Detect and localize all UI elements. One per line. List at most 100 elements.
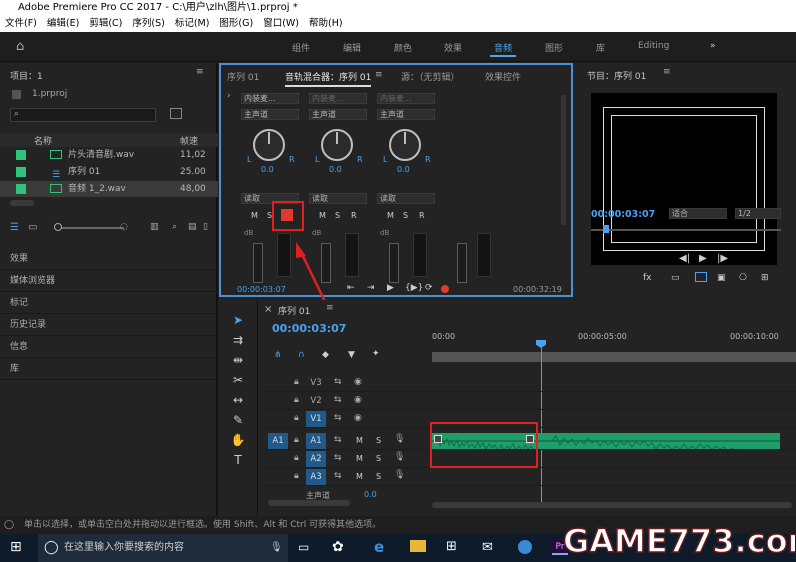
lock-icon[interactable]: 🔒︎ <box>294 413 299 423</box>
menu-clip[interactable]: 剪辑(C) <box>84 16 127 32</box>
sync-lock-icon[interactable]: ⇆ <box>334 377 342 387</box>
channel-3-volume-fader[interactable] <box>389 243 399 283</box>
icon-view-icon[interactable]: ▭ <box>28 222 37 233</box>
loop-icon[interactable]: ⟳ <box>425 283 433 293</box>
menu-graphics[interactable]: 图形(G) <box>214 16 258 32</box>
channel-2-solo-button[interactable]: S <box>335 211 340 220</box>
program-scrubber[interactable] <box>591 229 781 231</box>
edge-browser-icon[interactable]: e <box>374 538 384 556</box>
channel-1-mute-button[interactable]: M <box>251 211 258 220</box>
project-item[interactable]: 片头清音剧.wav 11,02 <box>0 147 218 163</box>
project-title[interactable]: 项目：1 <box>10 69 43 82</box>
track-scrollbar[interactable] <box>268 500 350 506</box>
column-frame-rate[interactable]: 帧速 <box>180 134 198 147</box>
resolution-select[interactable]: 1/2 <box>735 208 781 219</box>
sort-icon[interactable]: ◌ <box>120 222 128 232</box>
timeline-tab[interactable]: 序列 01 <box>278 304 310 317</box>
channel-3-record-button[interactable]: R <box>419 211 425 220</box>
automate-icon[interactable]: ▥ <box>150 222 159 232</box>
panel-menu-icon[interactable]: ≡ <box>326 303 334 313</box>
channel-1-volume-fader[interactable] <box>253 243 263 283</box>
menu-window[interactable]: 窗口(W) <box>258 16 304 32</box>
mixer-current-time[interactable]: 00:00:03:07 <box>237 285 286 294</box>
solo-track-button[interactable]: S <box>376 454 381 463</box>
lock-icon[interactable]: 🔒︎ <box>294 453 299 463</box>
channel-3-automation-select[interactable]: 读取 <box>377 193 435 204</box>
workspace-editing[interactable]: 编辑 <box>343 41 361 54</box>
channel-2-pan-knob[interactable] <box>321 129 353 161</box>
sync-lock-icon[interactable]: ⇆ <box>334 395 342 405</box>
menu-help[interactable]: 帮助(H) <box>304 16 348 32</box>
new-item-icon[interactable]: ▤ <box>188 222 197 232</box>
tab-source[interactable]: 源：（无剪辑） <box>401 70 460 83</box>
snap-icon[interactable]: ⋔ <box>274 350 282 360</box>
windows-start-icon[interactable]: ⊞ <box>10 539 22 555</box>
button-editor-icon[interactable]: ⎔ <box>739 273 747 283</box>
channel-1-input-select[interactable]: 内装麦... <box>241 93 299 104</box>
channel-3-output-select[interactable]: 主声道 <box>377 109 435 120</box>
menu-file[interactable]: 文件(F) <box>0 16 42 32</box>
linked-selection-icon[interactable]: ∩ <box>298 350 305 360</box>
mixer-scrollbar[interactable] <box>561 95 566 225</box>
comment-icon[interactable]: ▭ <box>671 273 680 283</box>
panel-media-browser[interactable]: 媒体浏览器 <box>0 270 218 292</box>
tab-effect-controls[interactable]: 效果控件 <box>485 70 521 83</box>
workspace-graphics[interactable]: 图形 <box>545 41 563 54</box>
panel-menu-icon[interactable]: ≡ <box>196 67 204 77</box>
mail-icon[interactable]: ✉ <box>482 540 493 555</box>
mute-track-button[interactable]: M <box>356 472 363 481</box>
browser-app-icon[interactable] <box>518 540 532 554</box>
mute-track-button[interactable]: M <box>356 436 363 445</box>
tab-sequence[interactable]: 序列 01 <box>227 70 259 83</box>
zoom-level-select[interactable]: 适合 <box>669 208 727 219</box>
pen-tool-icon[interactable]: ✎ <box>230 412 246 428</box>
panel-menu-icon[interactable]: ≡ <box>663 67 671 77</box>
zoom-slider-handle[interactable] <box>54 223 62 231</box>
workspace-editing-en[interactable]: Editing <box>638 41 669 51</box>
export-frame-icon[interactable]: ▣ <box>717 273 726 283</box>
slip-tool-icon[interactable]: ↔ <box>230 392 246 408</box>
more-workspaces-icon[interactable]: » <box>710 41 716 51</box>
panel-history[interactable]: 历史记录 <box>0 314 218 336</box>
solo-track-button[interactable]: S <box>376 436 381 445</box>
expand-effects-icon[interactable]: › <box>227 91 231 101</box>
store-icon[interactable]: ⊞ <box>446 539 457 554</box>
channel-2-output-select[interactable]: 主声道 <box>309 109 367 120</box>
workspace-color[interactable]: 颜色 <box>394 41 412 54</box>
track-name[interactable]: V3 <box>306 375 326 391</box>
lock-icon[interactable]: 🔒︎ <box>294 471 299 481</box>
menu-marker[interactable]: 标记(M) <box>170 16 215 32</box>
file-explorer-icon[interactable] <box>410 540 426 552</box>
eye-icon[interactable]: ◉ <box>354 395 362 405</box>
project-item-selected[interactable]: 音频 1_2.wav 48,00 <box>0 181 218 197</box>
fx-icon[interactable]: fx <box>643 273 652 283</box>
step-back-icon[interactable]: ◀| <box>679 253 690 264</box>
horizontal-scrollbar[interactable] <box>10 200 34 206</box>
list-view-icon[interactable]: ☰ <box>10 222 19 233</box>
program-video-display[interactable] <box>591 93 777 265</box>
timeline-scrollbar[interactable] <box>432 502 792 508</box>
razor-tool-icon[interactable]: ✂ <box>230 372 246 388</box>
taskbar-search-box[interactable]: ◯ 在这里输入你要搜索的内容 🎙︎ <box>38 534 288 562</box>
tab-audio-track-mixer[interactable]: 音轨混合器：序列 01 <box>285 70 372 87</box>
lock-icon[interactable]: 🔒︎ <box>294 435 299 445</box>
channel-1-pan-value[interactable]: 0.0 <box>261 165 274 174</box>
lock-icon[interactable]: 🔒︎ <box>294 377 299 387</box>
workspace-audio[interactable]: 音频 <box>494 41 512 54</box>
app-pinwheel-icon[interactable]: ✿ <box>332 539 344 555</box>
project-item[interactable]: ☰ 序列 01 25.00 <box>0 164 218 180</box>
eye-icon[interactable]: ◉ <box>354 413 362 423</box>
panel-info[interactable]: 信息 <box>0 336 218 358</box>
microphone-icon[interactable]: 🎙︎ <box>394 434 405 444</box>
channel-3-pan-value[interactable]: 0.0 <box>397 165 410 174</box>
channel-2-input-select[interactable]: 内装麦... <box>309 93 367 104</box>
panel-effects[interactable]: 效果 <box>0 248 218 270</box>
sync-lock-icon[interactable]: ⇆ <box>334 413 342 423</box>
menu-edit[interactable]: 编辑(E) <box>42 16 84 32</box>
channel-2-pan-value[interactable]: 0.0 <box>329 165 342 174</box>
column-name[interactable]: 名称 <box>34 134 52 147</box>
ripple-edit-tool-icon[interactable]: ⇹ <box>230 352 246 368</box>
program-play-icon[interactable]: ▶ <box>699 253 707 264</box>
workspace-effects[interactable]: 效果 <box>444 41 462 54</box>
close-tab-icon[interactable]: × <box>264 304 272 315</box>
